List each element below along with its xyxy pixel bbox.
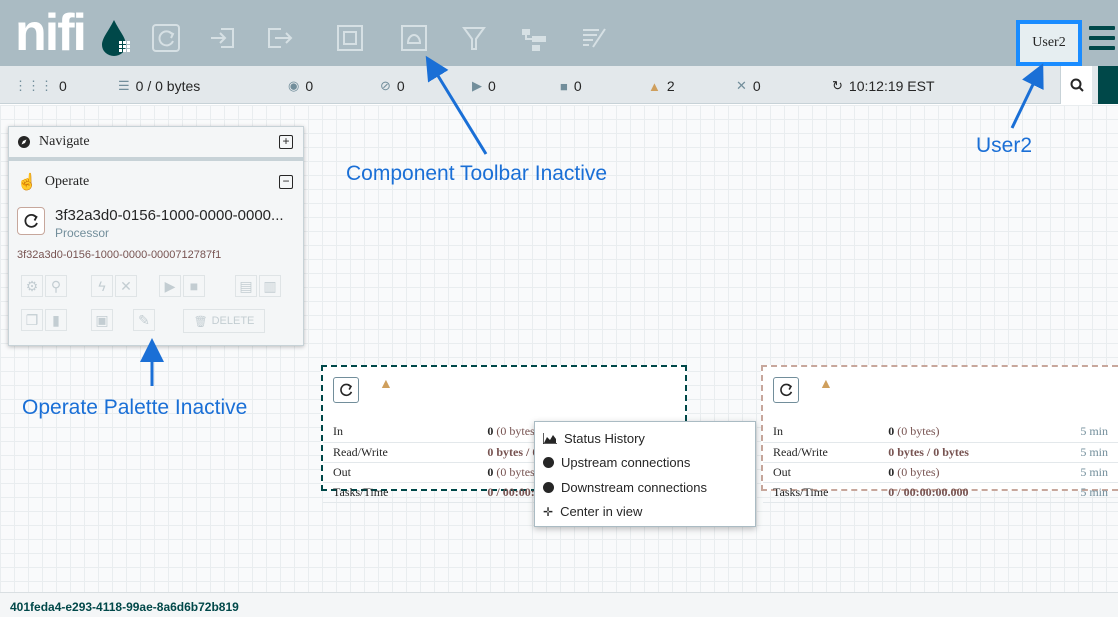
annotation-arrows	[140, 55, 1044, 386]
annotation-component-toolbar: Component Toolbar Inactive	[346, 162, 608, 185]
annotation-user: User2	[976, 134, 1033, 157]
annotation-operate-palette: Operate Palette Inactive	[22, 396, 248, 419]
